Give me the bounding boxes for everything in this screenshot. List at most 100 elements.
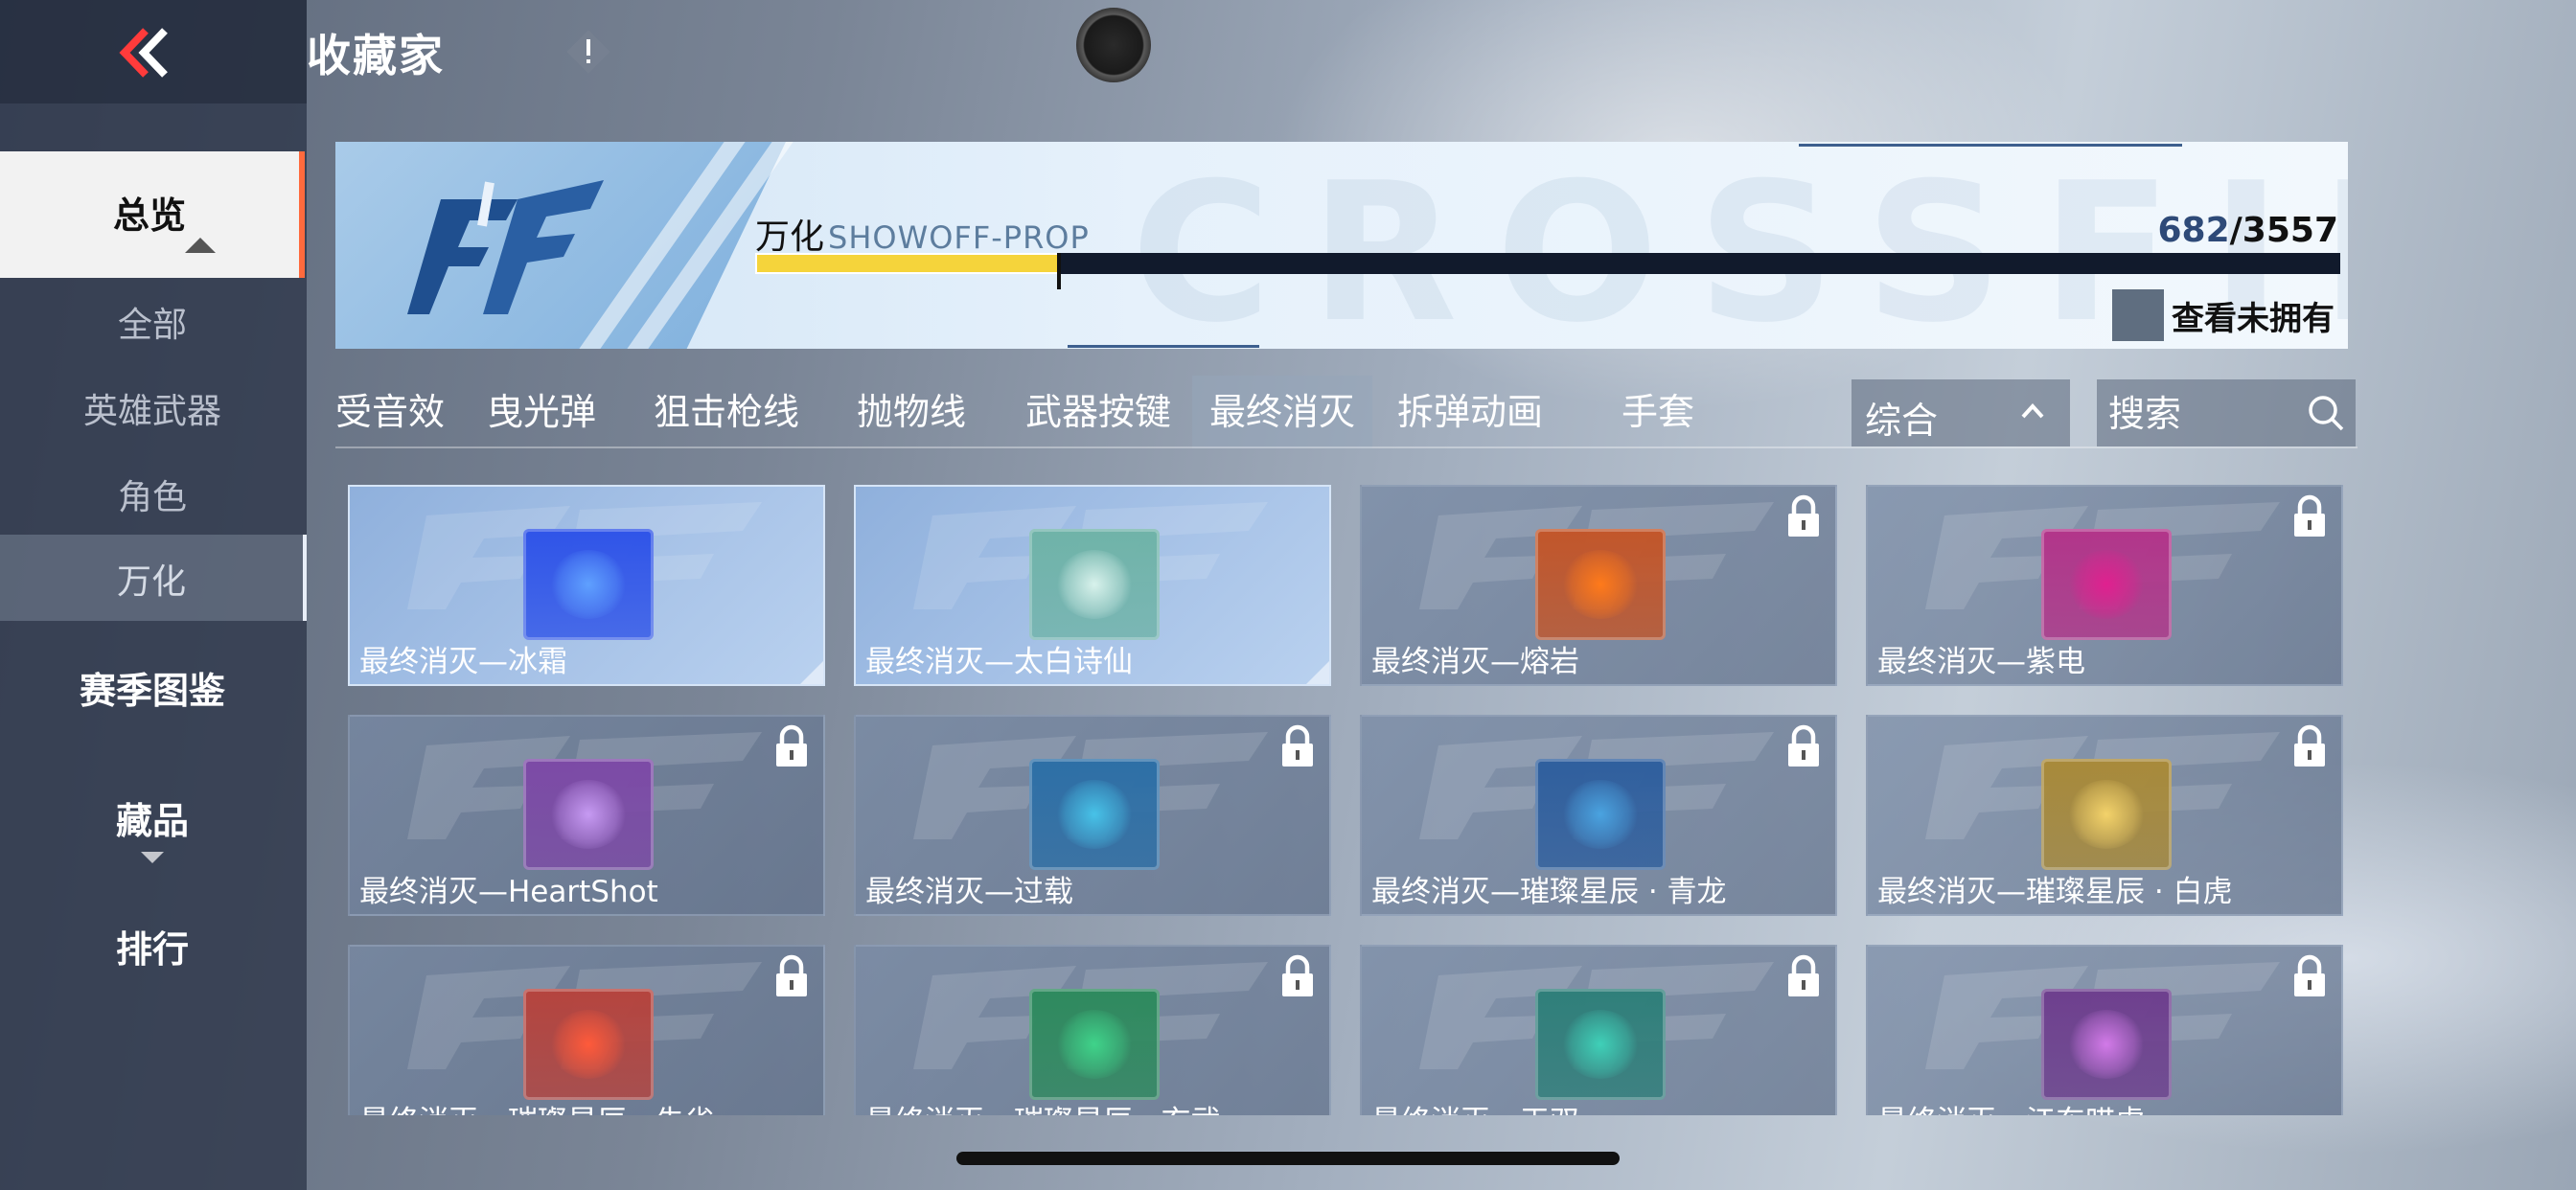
tab-defuse-animation[interactable]: 拆弹动画 xyxy=(1397,376,1543,448)
home-indicator[interactable] xyxy=(956,1152,1620,1165)
collection-banner: CROSSFIRE 万化SHOWOFF-PROP 682/3557 查看未拥有 xyxy=(335,142,2348,349)
caret-down-icon xyxy=(141,852,164,863)
collection-card[interactable]: 最终消灭—璀璨星辰 · 白虎 xyxy=(1866,715,2343,916)
sidebar-item-all[interactable]: 全部 xyxy=(0,297,305,347)
item-effect-icon xyxy=(1562,780,1639,849)
lock-icon xyxy=(1282,954,1313,996)
view-unowned-toggle[interactable]: 查看未拥有 xyxy=(2112,289,2334,341)
item-thumbnail xyxy=(2041,529,2172,640)
item-thumbnail xyxy=(2041,989,2172,1100)
collection-card[interactable]: 最终消灭—熔岩 xyxy=(1360,485,1837,686)
item-effect-icon xyxy=(2068,780,2145,849)
item-thumbnail xyxy=(1535,759,1666,870)
item-name: 最终消灭—江东呓虎 xyxy=(1877,1097,2145,1115)
lock-icon xyxy=(1282,724,1313,767)
collection-card[interactable]: 最终消灭—过载 xyxy=(854,715,1331,916)
collection-card[interactable]: 最终消灭—璀璨星辰 · 青龙 xyxy=(1360,715,1837,916)
owned-count: 682 xyxy=(2157,211,2230,250)
sidebar-item-wanhua[interactable]: 万化 xyxy=(0,535,307,621)
tab-tracer[interactable]: 曳光弹 xyxy=(487,376,596,448)
item-thumbnail xyxy=(1029,529,1160,640)
progress-bar xyxy=(755,253,2340,274)
item-name: 最终消灭—璀璨星辰 · 青龙 xyxy=(1371,875,1727,909)
collection-card[interactable]: 最终消灭—江东呓虎 xyxy=(1866,945,2343,1115)
info-icon[interactable] xyxy=(562,25,615,79)
back-icon[interactable] xyxy=(113,25,182,80)
sidebar-item-hero-weapons[interactable]: 英雄武器 xyxy=(0,383,305,433)
progress-bar-fill xyxy=(755,253,1060,274)
banner-accent-line xyxy=(1799,144,2182,147)
chevron-up-icon xyxy=(2021,403,2044,419)
lock-icon xyxy=(2294,954,2325,996)
collection-card[interactable]: 最终消灭—冰霜 xyxy=(348,485,825,686)
collection-card[interactable]: 最终消灭—太白诗仙 xyxy=(854,485,1331,686)
search-box[interactable] xyxy=(2097,379,2356,446)
lock-icon xyxy=(1788,954,1819,996)
item-thumbnail xyxy=(1535,529,1666,640)
banner-accent-line xyxy=(1068,345,1259,348)
tab-parabola[interactable]: 抛物线 xyxy=(857,376,966,448)
item-effect-icon xyxy=(1056,550,1133,619)
progress-label: 万化 SHOWOFF-PROP xyxy=(755,209,1090,259)
sidebar-item-characters[interactable]: 角色 xyxy=(0,469,305,519)
item-name: 最终消灭—璀璨星辰 · 白虎 xyxy=(1877,875,2233,909)
owned-corner-mark xyxy=(1306,661,1329,684)
sidebar-item-label: 总览 xyxy=(112,195,186,237)
tab-sound[interactable]: 受音效 xyxy=(335,376,445,448)
sidebar-item-season-atlas[interactable]: 赛季图鉴 xyxy=(0,661,305,714)
item-name: 最终消灭—紫电 xyxy=(1877,645,2085,679)
sidebar: 总览 全部 英雄武器 角色 万化 赛季图鉴 藏品 排行 xyxy=(0,103,307,1190)
sidebar-item-ranking[interactable]: 排行 xyxy=(0,920,305,973)
item-thumbnail xyxy=(1029,989,1160,1100)
lock-icon xyxy=(776,724,807,767)
item-name: 最终消灭—璀璨星辰 · 朱雀 xyxy=(359,1097,715,1115)
tab-sniper-line[interactable]: 狙击枪线 xyxy=(654,376,799,448)
item-thumbnail xyxy=(2041,759,2172,870)
sidebar-item-label: 藏品 xyxy=(115,800,189,842)
crossfire-logo-icon xyxy=(402,161,613,333)
sort-dropdown[interactable]: 综合 xyxy=(1852,379,2070,446)
tab-gloves[interactable]: 手套 xyxy=(1622,376,1694,448)
item-thumbnail xyxy=(523,989,654,1100)
lock-icon xyxy=(2294,494,2325,537)
lock-icon xyxy=(1788,724,1819,767)
item-effect-icon xyxy=(2068,550,2145,619)
sidebar-item-overview[interactable]: 总览 xyxy=(0,151,305,278)
lock-icon xyxy=(2294,724,2325,767)
item-name: 最终消灭—太白诗仙 xyxy=(865,645,1133,679)
item-name: 最终消灭—HeartShot xyxy=(359,875,658,909)
collection-card[interactable]: 最终消灭—璀璨星辰 · 朱雀 xyxy=(348,945,825,1115)
lock-icon xyxy=(1788,494,1819,537)
search-icon[interactable] xyxy=(2306,393,2346,433)
item-name: 最终消灭—冰霜 xyxy=(359,645,567,679)
item-thumbnail xyxy=(523,529,654,640)
camera-notch xyxy=(1076,8,1151,82)
item-effect-icon xyxy=(550,780,627,849)
item-thumbnail xyxy=(1029,759,1160,870)
view-unowned-label: 查看未拥有 xyxy=(2172,299,2334,338)
collection-card[interactable]: 最终消灭—HeartShot xyxy=(348,715,825,916)
caret-up-icon xyxy=(185,238,216,253)
progress-label-main: 万化 xyxy=(755,217,825,257)
item-thumbnail xyxy=(1535,989,1666,1100)
item-effect-icon xyxy=(1562,1010,1639,1079)
sort-label: 综合 xyxy=(1865,400,1939,442)
search-input[interactable] xyxy=(2106,389,2292,439)
item-name: 最终消灭—过载 xyxy=(865,875,1073,909)
item-effect-icon xyxy=(1056,780,1133,849)
collection-card[interactable]: 最终消灭—璀璨星辰 · 玄武 xyxy=(854,945,1331,1115)
item-thumbnail xyxy=(523,759,654,870)
tab-underline xyxy=(335,446,2358,448)
tab-final-kill[interactable]: 最终消灭 xyxy=(1192,376,1373,448)
progress-label-sub: SHOWOFF-PROP xyxy=(828,219,1090,256)
item-effect-icon xyxy=(550,1010,627,1079)
collection-card[interactable]: 最终消灭—天双 xyxy=(1360,945,1837,1115)
total-count: 3557 xyxy=(2242,211,2338,250)
sidebar-item-label: 万化 xyxy=(116,562,186,602)
checkbox[interactable] xyxy=(2112,289,2164,341)
collection-card[interactable]: 最终消灭—紫电 xyxy=(1866,485,2343,686)
sidebar-item-collectibles[interactable]: 藏品 xyxy=(0,791,305,863)
item-effect-icon xyxy=(2068,1010,2145,1079)
item-name: 最终消灭—熔岩 xyxy=(1371,645,1579,679)
tab-weapon-keys[interactable]: 武器按键 xyxy=(1025,376,1171,448)
